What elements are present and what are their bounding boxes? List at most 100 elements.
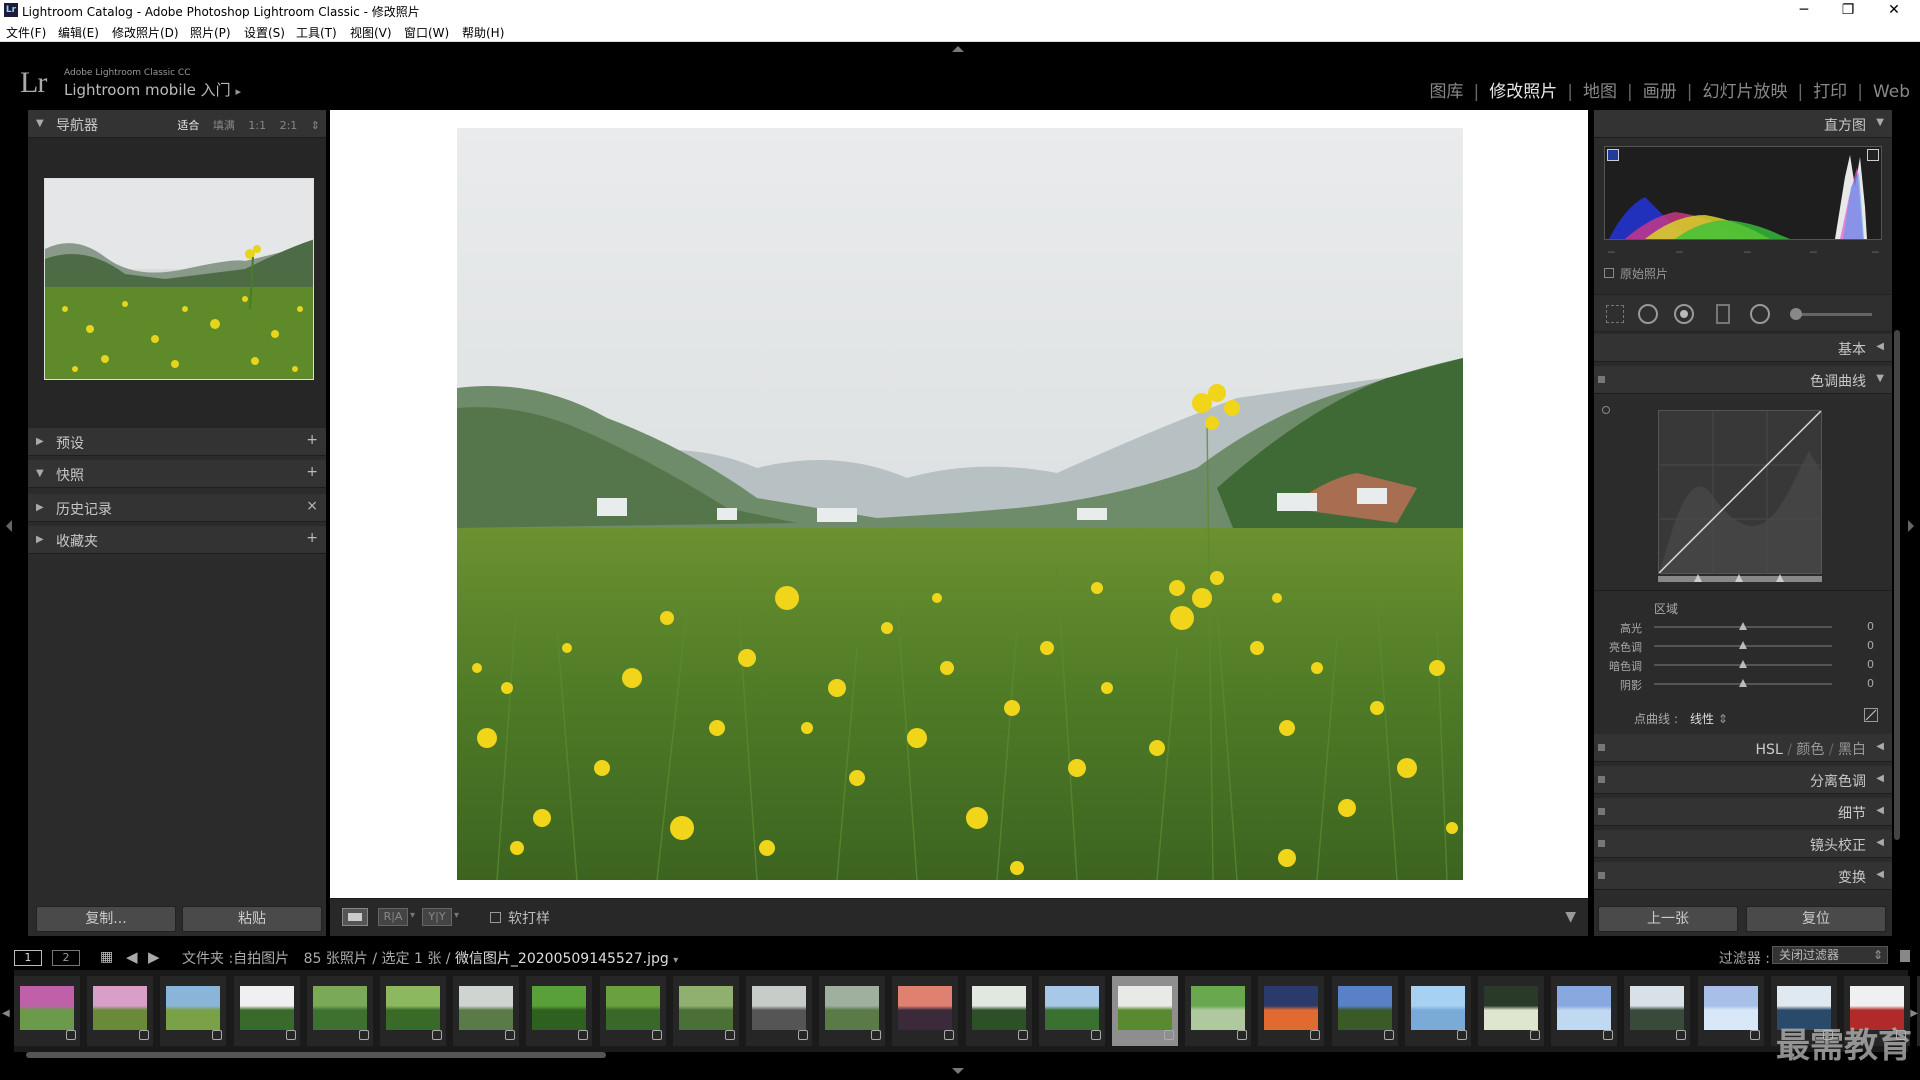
shadows-slider[interactable]: 阴影 0 [1594, 675, 1892, 693]
split-point-2[interactable] [1735, 574, 1743, 582]
filmstrip-thumbnail[interactable] [1405, 976, 1471, 1046]
menu-help[interactable]: 帮助(H) [462, 24, 504, 41]
add-collection-icon[interactable]: + [306, 530, 318, 546]
secondary-window-button[interactable]: 2 [52, 950, 80, 966]
edit-point-curve-icon[interactable] [1864, 708, 1878, 722]
tone-curve-header[interactable]: 色调曲线 ▼ [1594, 366, 1892, 394]
crop-tool-icon[interactable] [1606, 305, 1624, 323]
filmstrip-thumbnail[interactable] [1185, 976, 1251, 1046]
collapse-right-icon[interactable] [1908, 520, 1914, 532]
filmstrip-thumbnail[interactable] [1258, 976, 1324, 1046]
highlights-slider[interactable]: 高光 0 [1594, 618, 1892, 636]
dropdown-arrow-icon[interactable]: ▾ [673, 955, 678, 966]
paste-settings-button[interactable]: 粘贴 [182, 906, 322, 932]
filmstrip-thumbnail[interactable] [526, 976, 592, 1046]
back-arrow-icon[interactable]: ◀ [126, 948, 138, 966]
filter-lock-icon[interactable] [1900, 950, 1910, 962]
filmstrip-left-icon[interactable]: ◀ [2, 1008, 10, 1019]
filmstrip-thumbnail[interactable] [819, 976, 885, 1046]
filmstrip-thumbnail[interactable] [1332, 976, 1398, 1046]
copy-settings-button[interactable]: 复制... [36, 906, 176, 932]
module-slideshow[interactable]: 幻灯片放映 [1702, 77, 1787, 102]
detail-header[interactable]: 细节 ◀ [1594, 798, 1892, 826]
before-after-lr-icon[interactable]: R|A [378, 908, 408, 926]
target-adjust-icon[interactable] [1602, 406, 1610, 414]
hsl-header[interactable]: HSL / 颜色 / 黑白 ◀ [1594, 734, 1892, 762]
menu-photo[interactable]: 照片(P) [190, 24, 231, 41]
filter-select[interactable]: 关闭过滤器 ⇕ [1772, 946, 1888, 964]
panel-toggle-icon[interactable] [1598, 872, 1605, 879]
zoom-fit[interactable]: 适合 [177, 119, 199, 132]
red-eye-icon[interactable] [1674, 304, 1694, 324]
point-curve-select[interactable]: 线性 ⇕ [1690, 710, 1728, 727]
filmstrip-thumbnail[interactable] [1039, 976, 1105, 1046]
before-after-tb-icon[interactable]: Y|Y [422, 908, 452, 926]
lights-slider[interactable]: 亮色调 0 [1594, 637, 1892, 655]
clear-history-icon[interactable]: × [306, 498, 318, 514]
lens-corrections-header[interactable]: 镜头校正 ◀ [1594, 830, 1892, 858]
menu-settings[interactable]: 设置(S) [244, 24, 285, 41]
primary-window-button[interactable]: 1 [14, 950, 42, 966]
forward-arrow-icon[interactable]: ▶ [148, 948, 160, 966]
adjustment-brush-slider[interactable] [1790, 308, 1872, 320]
minimize-icon[interactable]: ─ [1782, 0, 1826, 20]
source-folder[interactable]: 自拍图片 [233, 951, 289, 967]
transform-header[interactable]: 变换 ◀ [1594, 862, 1892, 890]
shadow-clipping-icon[interactable] [1607, 149, 1619, 161]
panel-toggle-icon[interactable] [1598, 376, 1605, 383]
restore-icon[interactable]: ❐ [1826, 0, 1870, 20]
highlight-clipping-icon[interactable] [1867, 149, 1879, 161]
split-point-1[interactable] [1694, 574, 1702, 582]
filmstrip-thumbnail[interactable] [1624, 976, 1690, 1046]
main-photo[interactable] [457, 128, 1463, 880]
collapse-left-icon[interactable] [6, 520, 12, 532]
loupe-view-icon[interactable] [342, 908, 368, 926]
presets-header[interactable]: ▶ 预设 + [28, 428, 326, 456]
filmstrip-thumbnail[interactable] [453, 976, 519, 1046]
tab-color[interactable]: 颜色 [1796, 742, 1824, 758]
panel-toggle-icon[interactable] [1598, 776, 1605, 783]
filmstrip-thumbnail[interactable] [234, 976, 300, 1046]
toolbar-menu-icon[interactable]: ▼ [1565, 909, 1576, 925]
menu-window[interactable]: 窗口(W) [404, 24, 449, 41]
filmstrip-thumbnail[interactable] [307, 976, 373, 1046]
navigator-thumbnail[interactable] [44, 178, 314, 380]
tab-bw[interactable]: 黑白 [1838, 742, 1866, 758]
snapshots-header[interactable]: ▼ 快照 + [28, 460, 326, 488]
panel-toggle-icon[interactable] [1598, 840, 1605, 847]
collapse-top-icon[interactable] [952, 46, 964, 52]
softproof-checkbox[interactable] [490, 912, 501, 923]
menu-file[interactable]: 文件(F) [6, 24, 46, 41]
tab-hsl[interactable]: HSL [1756, 742, 1783, 758]
filmstrip-thumbnail[interactable] [160, 976, 226, 1046]
filmstrip-thumbnail[interactable] [966, 976, 1032, 1046]
zoom-fill[interactable]: 填满 [213, 119, 235, 132]
split-toning-header[interactable]: 分离色调 ◀ [1594, 766, 1892, 794]
brand-line2[interactable]: Lightroom mobile 入门 ▸ [64, 79, 241, 100]
darks-slider[interactable]: 暗色调 0 [1594, 656, 1892, 674]
dropdown-arrow-icon[interactable]: ▾ [410, 910, 415, 921]
filmstrip-thumbnail[interactable] [1551, 976, 1617, 1046]
menu-view[interactable]: 视图(V) [350, 24, 392, 41]
grid-view-icon[interactable]: ▦ [100, 950, 116, 966]
collapse-bottom-icon[interactable] [952, 1068, 964, 1074]
filmstrip-thumbnail[interactable] [1698, 976, 1764, 1046]
tone-curve-graph[interactable] [1658, 410, 1822, 574]
module-book[interactable]: 画册 [1643, 77, 1677, 102]
panel-toggle-icon[interactable] [1598, 744, 1605, 751]
module-web[interactable]: Web [1873, 82, 1910, 102]
reset-button[interactable]: 复位 [1746, 906, 1886, 932]
filmstrip-scrollbar[interactable] [26, 1052, 606, 1058]
filmstrip-thumbnail[interactable] [380, 976, 446, 1046]
menu-edit[interactable]: 编辑(E) [58, 24, 99, 41]
basic-header[interactable]: 基本 ◀ [1594, 334, 1892, 362]
spot-removal-icon[interactable] [1638, 304, 1658, 324]
filmstrip-thumbnail[interactable] [87, 976, 153, 1046]
filmstrip-thumbnail[interactable] [600, 976, 666, 1046]
zoom-2-1[interactable]: 2:1 [280, 119, 298, 132]
add-snapshot-icon[interactable]: + [306, 464, 318, 480]
add-preset-icon[interactable]: + [306, 432, 318, 448]
module-print[interactable]: 打印 [1813, 77, 1847, 102]
filmstrip-thumbnail[interactable] [1478, 976, 1544, 1046]
zoom-1-1[interactable]: 1:1 [248, 119, 266, 132]
